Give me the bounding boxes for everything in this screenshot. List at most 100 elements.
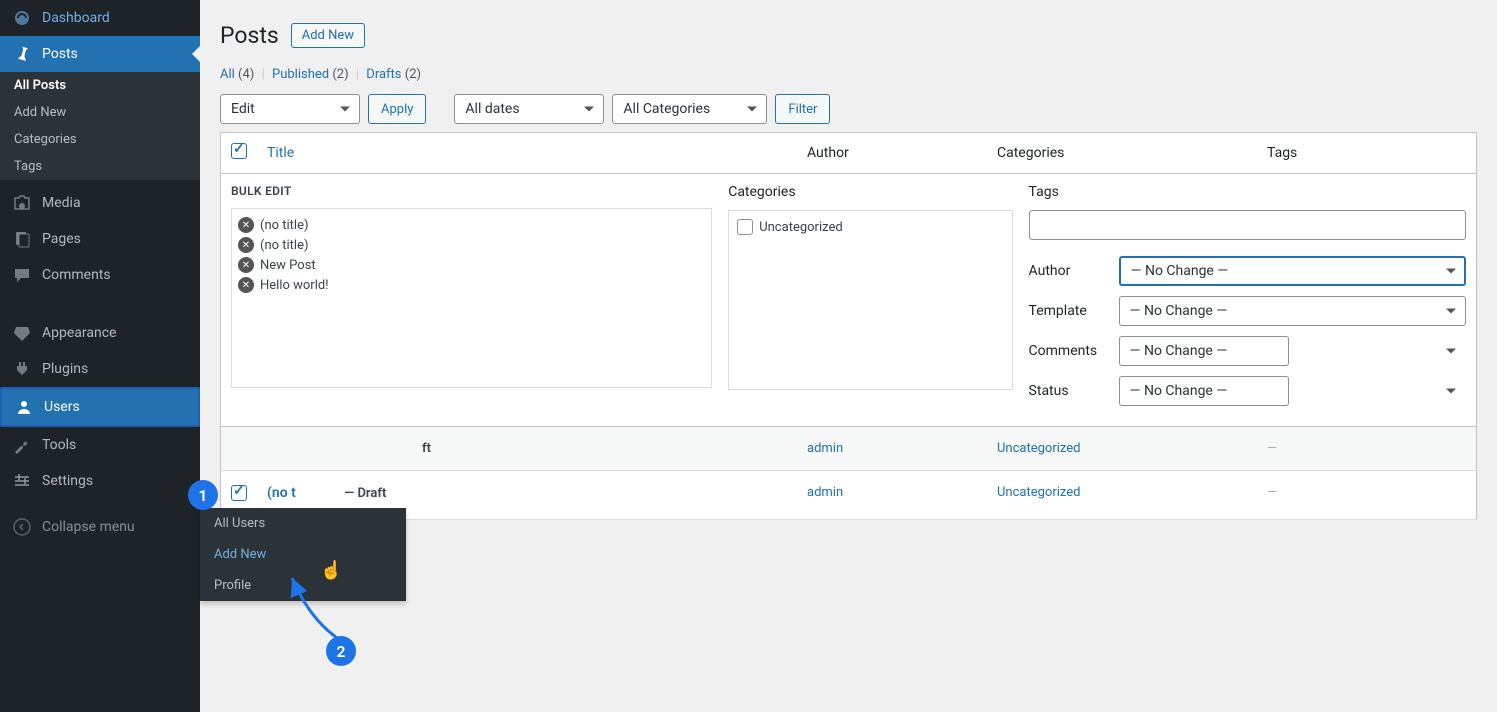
bulk-tags-input[interactable] [1029,210,1466,240]
col-categories[interactable]: Categories [987,133,1257,174]
table-row: ft admin Uncategorized — [221,427,1477,471]
sidebar-label: Users [44,399,80,415]
sidebar-item-comments[interactable]: Comments [0,257,200,293]
pages-icon [12,229,32,249]
flyout-profile[interactable]: Profile [200,570,406,601]
bulk-tags-label: Tags [1029,184,1466,200]
sidebar-item-users[interactable]: Users [0,387,200,427]
bulk-post-item: ✕(no title) [238,235,705,255]
page-title: Posts [220,22,279,49]
filter-all[interactable]: All [220,67,235,82]
sidebar-label: Dashboard [42,10,110,26]
sidebar-item-posts[interactable]: Posts [0,36,200,72]
cursor-icon: ☝ [320,560,342,581]
apply-button[interactable]: Apply [368,94,426,124]
sidebar-label: Tools [42,437,76,453]
sidebar-label: Pages [42,231,81,247]
submenu-all-posts[interactable]: All Posts [0,72,200,99]
sidebar-label: Comments [42,267,111,283]
bulk-status-label: Status [1029,383,1119,399]
remove-icon[interactable]: ✕ [238,217,254,233]
remove-icon[interactable]: ✕ [238,257,254,273]
table-row: (no t — Draft admin Uncategorized — [221,471,1477,520]
sidebar-label: Plugins [42,361,88,377]
sidebar-item-media[interactable]: Media [0,185,200,221]
flyout-add-new[interactable]: Add New [200,539,406,570]
bulk-post-item: ✕(no title) [238,215,705,235]
remove-icon[interactable]: ✕ [238,237,254,253]
bulk-status-select[interactable]: — No Change — [1119,376,1289,406]
row-tags: — [1267,485,1277,500]
bulk-author-label: Author [1029,263,1119,279]
remove-icon[interactable]: ✕ [238,277,254,293]
row-author[interactable]: admin [807,441,843,456]
row-checkbox[interactable] [231,485,247,501]
row-title[interactable]: (no t [267,485,296,501]
sidebar-label: Collapse menu [42,519,135,535]
submenu-tags[interactable]: Tags [0,153,200,180]
filter-drafts[interactable]: Drafts [366,67,401,82]
settings-icon [12,471,32,491]
sidebar-submenu-posts: All Posts Add New Categories Tags [0,72,200,180]
categories-select[interactable]: All Categories [612,94,767,124]
bulk-cat-list[interactable]: Uncategorized [728,210,1012,390]
bulk-post-item: ✕Hello world! [238,275,705,295]
posts-table: Title Author Categories Tags BULK EDIT [220,132,1477,520]
bulk-post-item: ✕New Post [238,255,705,275]
bulk-post-list[interactable]: ✕(no title) ✕(no title) ✕New Post ✕Hello… [231,208,712,388]
users-icon [14,397,34,417]
bulk-cats-label: Categories [728,184,1012,200]
sidebar-label: Posts [42,46,78,62]
annotation-1: 1 [188,480,218,510]
pin-icon [12,44,32,64]
tools-icon [12,435,32,455]
post-status-filters: All (4) | Published (2) | Drafts (2) [220,67,1477,82]
row-category[interactable]: Uncategorized [997,441,1080,456]
dates-select[interactable]: All dates [454,94,604,124]
row-state: — Draft [344,486,386,501]
bulk-edit-title: BULK EDIT [231,184,712,198]
bulk-comments-label: Comments [1029,343,1119,359]
sidebar-item-pages[interactable]: Pages [0,221,200,257]
sidebar-collapse[interactable]: Collapse menu [0,509,200,545]
sidebar-label: Appearance [42,325,116,341]
plugins-icon [12,359,32,379]
row-author[interactable]: admin [807,485,843,500]
bulk-template-select[interactable]: — No Change — [1119,296,1466,326]
sidebar-item-tools[interactable]: Tools [0,427,200,463]
col-title[interactable]: Title [257,133,797,174]
add-new-button[interactable]: Add New [291,23,365,48]
admin-sidebar: Dashboard Posts All Posts Add New Catego… [0,0,200,712]
main-content: Posts Add New All (4) | Published (2) | … [200,0,1497,712]
collapse-icon [12,517,32,537]
users-flyout: All Users Add New Profile [200,508,406,601]
dashboard-icon [12,8,32,28]
filter-button[interactable]: Filter [775,94,830,124]
sidebar-item-dashboard[interactable]: Dashboard [0,0,200,36]
cat-item: Uncategorized [737,219,1003,235]
col-tags[interactable]: Tags [1257,133,1477,174]
submenu-categories[interactable]: Categories [0,126,200,153]
annotation-2: 2 [326,636,356,666]
bulk-action-select[interactable]: Edit [220,94,360,124]
comments-icon [12,265,32,285]
cat-checkbox[interactable] [737,219,753,235]
sidebar-item-plugins[interactable]: Plugins [0,351,200,387]
appearance-icon [12,323,32,343]
sidebar-label: Media [42,195,81,211]
row-category[interactable]: Uncategorized [997,485,1080,500]
bulk-comments-select[interactable]: — No Change — [1119,336,1289,366]
bulk-edit-panel: BULK EDIT ✕(no title) ✕(no title) ✕New P… [221,174,1477,427]
col-author[interactable]: Author [797,133,987,174]
sidebar-item-settings[interactable]: Settings [0,463,200,499]
filter-published[interactable]: Published [272,67,329,82]
bulk-author-select[interactable]: — No Change — [1119,256,1466,286]
row-tags: — [1267,441,1277,456]
sidebar-label: Settings [42,473,93,489]
submenu-add-new[interactable]: Add New [0,99,200,126]
bulk-template-label: Template [1029,303,1119,319]
media-icon [12,193,32,213]
sidebar-item-appearance[interactable]: Appearance [0,315,200,351]
flyout-all-users[interactable]: All Users [200,508,406,539]
select-all-checkbox[interactable] [231,143,247,159]
